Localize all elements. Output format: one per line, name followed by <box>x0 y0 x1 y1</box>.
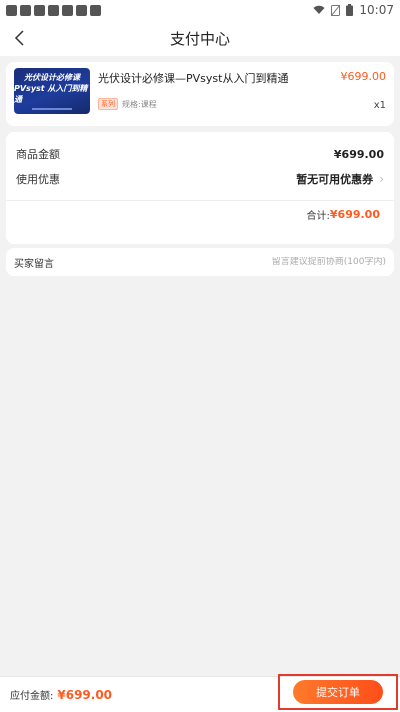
buyer-message-input[interactable] <box>216 257 386 267</box>
product-info: 光伏设计必修课—PVsyst从入门到精通 ¥699.00 系列 规格:课程 x1 <box>98 68 386 120</box>
coupon-value: 暂无可用优惠券 <box>296 173 374 186</box>
page-header: 支付中心 <box>0 20 400 56</box>
buyer-message-label: 买家留言 <box>14 258 54 270</box>
notification-icons <box>6 4 101 16</box>
payable-amount: 应付金额: ¥699.00 <box>10 687 113 703</box>
buyer-message-row: 买家留言 <box>6 248 394 276</box>
coupon-label: 使用优惠 <box>16 173 60 186</box>
status-right: 10:07 <box>313 3 394 17</box>
payable-value: ¥699.00 <box>57 687 113 702</box>
product-thumbnail: 光伏设计必修课 PVsyst 从入门到精通 <box>14 68 90 114</box>
status-time: 10:07 <box>359 3 394 17</box>
coupon-row[interactable]: 使用优惠 暂无可用优惠券 › <box>6 166 394 192</box>
total-row: 合计: ¥699.00 <box>6 201 394 227</box>
series-badge: 系列 <box>98 98 118 110</box>
submit-highlight: 提交订单 <box>278 674 398 710</box>
thumbnail-subtitle: PVsyst 从入门到精通 <box>14 84 88 104</box>
product-price: ¥699.00 <box>340 70 387 83</box>
chevron-left-icon <box>14 30 24 46</box>
goods-amount-value: ¥699.00 <box>333 147 384 161</box>
product-quantity: x1 <box>373 100 386 111</box>
total-label: 合计: <box>306 210 330 222</box>
page-title: 支付中心 <box>169 29 230 48</box>
goods-amount-label: 商品金额 <box>16 148 60 161</box>
no-sim-icon <box>331 4 341 16</box>
back-button[interactable] <box>8 26 32 50</box>
wifi-icon <box>313 5 325 14</box>
product-tags: 系列 规格:课程 <box>98 98 157 110</box>
thumbnail-title: 光伏设计必修课 <box>24 73 80 82</box>
total-value: ¥699.00 <box>329 207 380 221</box>
product-card[interactable]: 光伏设计必修课 PVsyst 从入门到精通 光伏设计必修课—PVsyst从入门到… <box>6 62 394 126</box>
product-spec: 规格:课程 <box>122 99 157 109</box>
payable-label: 应付金额: <box>10 691 54 702</box>
goods-amount-row: 商品金额 ¥699.00 <box>6 132 394 166</box>
thumbnail-bar <box>32 108 72 110</box>
submit-order-button[interactable]: 提交订单 <box>293 680 383 704</box>
amount-card: 商品金额 ¥699.00 使用优惠 暂无可用优惠券 › 合计: ¥699.00 <box>6 132 394 244</box>
chevron-right-icon: › <box>379 172 384 186</box>
status-bar: 10:07 <box>0 0 400 20</box>
coupon-value-wrap: 暂无可用优惠券 › <box>296 171 384 187</box>
battery-icon <box>346 4 354 16</box>
